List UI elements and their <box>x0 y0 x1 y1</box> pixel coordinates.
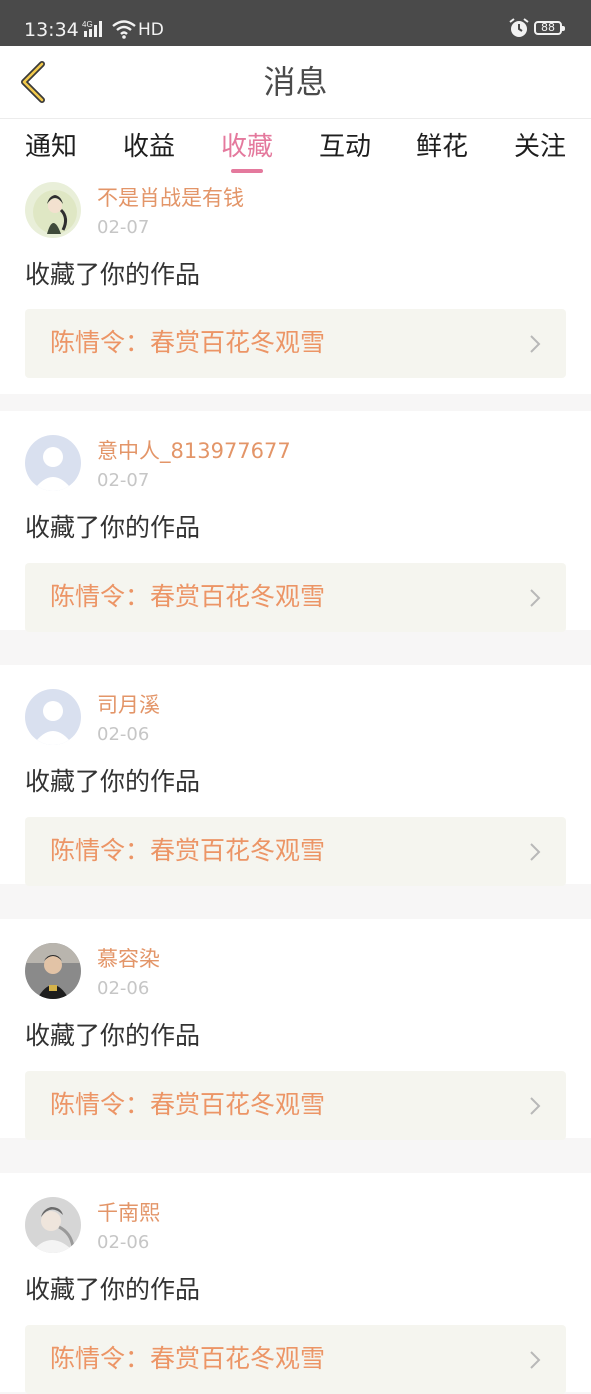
cellular-signal-icon: 4G <box>82 20 102 37</box>
illustrated-avatar-image <box>25 182 81 238</box>
default-avatar-icon <box>25 435 81 491</box>
tab-notifications[interactable]: 通知 <box>11 127 91 167</box>
avatar[interactable] <box>25 182 81 238</box>
page-title: 消息 <box>263 63 328 101</box>
avatar[interactable] <box>25 689 81 745</box>
action-text: 收藏了你的作品 <box>25 513 201 542</box>
alarm-icon <box>509 18 529 37</box>
chevron-right-icon <box>530 843 541 861</box>
battery-icon: 88 <box>534 21 565 35</box>
work-title: 陈情令：春赏百花冬观雪 <box>50 1090 326 1119</box>
list-item: 慕容染 02-06 收藏了你的作品 陈情令：春赏百花冬观雪 <box>0 919 591 1140</box>
username[interactable]: 意中人_813977677 <box>97 437 291 465</box>
wifi-icon <box>112 20 136 39</box>
photo-avatar-image <box>25 943 81 999</box>
username[interactable]: 千南熙 <box>97 1199 160 1227</box>
avatar[interactable] <box>25 943 81 999</box>
avatar[interactable] <box>25 1197 81 1253</box>
timestamp: 02-07 <box>97 217 150 238</box>
username[interactable]: 慕容染 <box>97 945 160 973</box>
work-link[interactable]: 陈情令：春赏百花冬观雪 <box>25 1325 566 1394</box>
chevron-right-icon <box>530 335 541 353</box>
work-title: 陈情令：春赏百花冬观雪 <box>50 582 326 611</box>
action-text: 收藏了你的作品 <box>25 1275 201 1304</box>
username[interactable]: 司月溪 <box>97 691 160 719</box>
tab-interactions[interactable]: 互动 <box>305 127 385 167</box>
tab-bar: 通知 收益 收藏 互动 鲜花 关注 <box>0 119 591 175</box>
tab-follows[interactable]: 关注 <box>500 127 580 167</box>
work-link[interactable]: 陈情令：春赏百花冬观雪 <box>25 563 566 632</box>
default-avatar-icon <box>25 689 81 745</box>
active-tab-indicator <box>231 169 263 173</box>
list-item: 意中人_813977677 02-07 收藏了你的作品 陈情令：春赏百花冬观雪 <box>0 411 591 632</box>
work-title: 陈情令：春赏百花冬观雪 <box>50 836 326 865</box>
photo-avatar-image <box>25 1197 81 1253</box>
list-item: 千南熙 02-06 收藏了你的作品 陈情令：春赏百花冬观雪 <box>0 1173 591 1394</box>
work-link[interactable]: 陈情令：春赏百花冬观雪 <box>25 817 566 886</box>
tab-favorites[interactable]: 收藏 <box>207 127 287 167</box>
status-time: 13:34 <box>24 19 79 41</box>
timestamp: 02-06 <box>97 1232 150 1253</box>
timestamp: 02-06 <box>97 978 150 999</box>
work-title: 陈情令：春赏百花冬观雪 <box>50 1344 326 1373</box>
tab-flowers[interactable]: 鲜花 <box>402 127 482 167</box>
app-header: 消息 <box>0 46 591 119</box>
chevron-right-icon <box>530 589 541 607</box>
timestamp: 02-07 <box>97 470 150 491</box>
list-item: 不是肖战是有钱 02-07 收藏了你的作品 陈情令：春赏百花冬观雪 <box>0 175 591 394</box>
list-item: 司月溪 02-06 收藏了你的作品 陈情令：春赏百花冬观雪 <box>0 665 591 886</box>
chevron-right-icon <box>530 1351 541 1369</box>
action-text: 收藏了你的作品 <box>25 767 201 796</box>
tab-earnings[interactable]: 收益 <box>109 127 189 167</box>
timestamp: 02-06 <box>97 724 150 745</box>
hd-indicator: HD <box>138 20 164 40</box>
chevron-right-icon <box>530 1097 541 1115</box>
action-text: 收藏了你的作品 <box>25 1021 201 1050</box>
work-link[interactable]: 陈情令：春赏百花冬观雪 <box>25 309 566 378</box>
status-bar: 13:34 4G HD 88 <box>0 0 591 46</box>
avatar[interactable] <box>25 435 81 491</box>
work-title: 陈情令：春赏百花冬观雪 <box>50 328 326 357</box>
action-text: 收藏了你的作品 <box>25 260 201 289</box>
work-link[interactable]: 陈情令：春赏百花冬观雪 <box>25 1071 566 1140</box>
svg-text:4G: 4G <box>82 20 93 29</box>
username[interactable]: 不是肖战是有钱 <box>97 184 244 212</box>
